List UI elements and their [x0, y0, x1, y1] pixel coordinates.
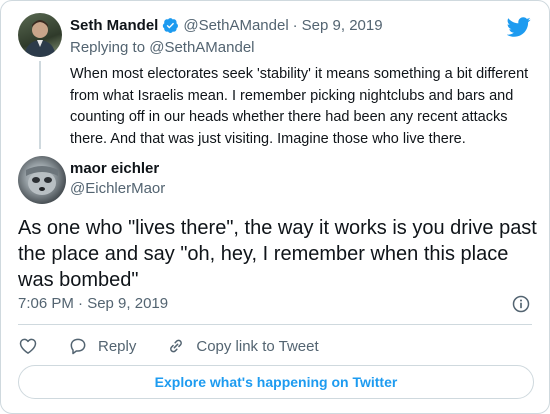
reply-bubble-icon — [70, 338, 86, 355]
parent-author-handle[interactable]: @SethAMandel — [183, 17, 288, 34]
parent-tweet-text: When most electorates seek 'stability' i… — [70, 66, 529, 147]
separator-dot: · — [292, 16, 298, 34]
tweet-actions: Reply Copy link to Tweet — [18, 335, 319, 357]
replying-prefix: Replying to — [70, 39, 146, 56]
main-author-handle[interactable]: @EichlerMaor — [70, 180, 165, 197]
parent-header: Seth Mandel @SethAMandel · Sep 9, 2019 — [70, 14, 383, 36]
replying-to-link[interactable]: @SethAMandel — [149, 39, 254, 56]
reply-label: Reply — [98, 337, 137, 355]
reply-button[interactable]: Reply — [68, 336, 136, 356]
verified-badge-icon — [163, 17, 179, 33]
main-author-name[interactable]: maor eichler — [70, 160, 159, 177]
copy-link-label: Copy link to Tweet — [196, 337, 319, 355]
parent-author-name[interactable]: Seth Mandel — [70, 17, 158, 34]
like-button[interactable] — [18, 336, 38, 356]
link-icon — [170, 339, 183, 353]
parent-date[interactable]: Sep 9, 2019 — [302, 17, 383, 34]
main-tweet-text: As one who "lives there", the way it wor… — [18, 217, 537, 291]
main-avatar[interactable] — [18, 156, 66, 204]
embedded-tweet-card: Seth Mandel @SethAMandel · Sep 9, 2019 R… — [0, 0, 550, 414]
replying-to: Replying to @SethAMandel — [70, 39, 255, 56]
copy-link-button[interactable]: Copy link to Tweet — [166, 336, 319, 356]
thread-line — [39, 61, 41, 149]
divider — [18, 324, 532, 325]
twitter-bird-icon[interactable] — [507, 15, 531, 39]
parent-avatar[interactable] — [18, 13, 62, 57]
tweet-timestamp[interactable]: 7:06 PM · Sep 9, 2019 — [18, 295, 168, 312]
info-icon[interactable] — [511, 294, 531, 314]
explore-button[interactable]: Explore what's happening on Twitter — [18, 365, 534, 399]
heart-icon — [19, 338, 37, 354]
